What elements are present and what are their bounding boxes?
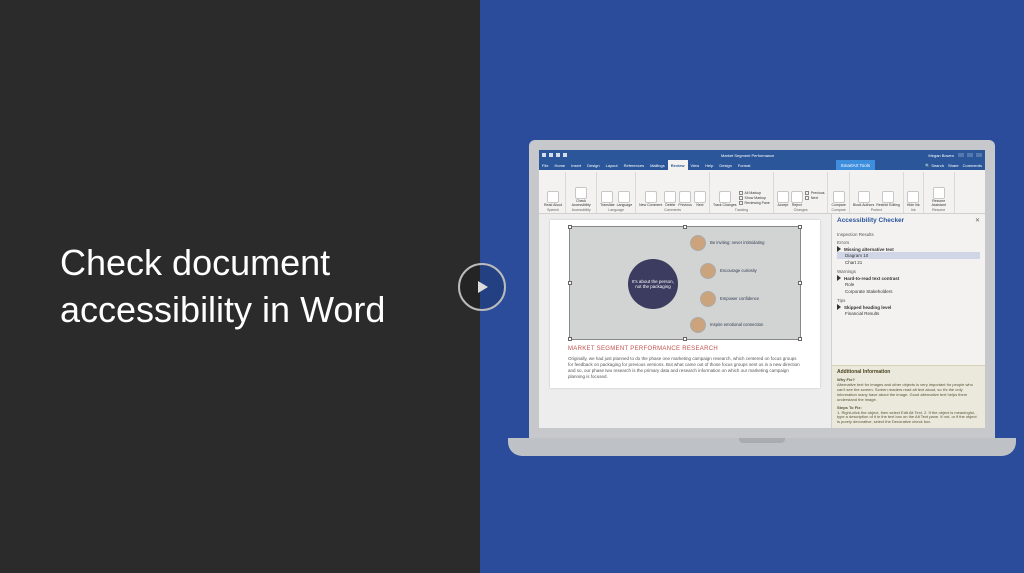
tab-design[interactable]: Design (584, 160, 602, 170)
ribbon-button[interactable]: Check Accessibility (569, 187, 593, 207)
slide-title: Check document accessibility in Word (60, 240, 420, 334)
contextual-tab-group: SmartArt Tools (836, 160, 875, 170)
result-entry[interactable]: Role (837, 281, 980, 288)
ribbon-button[interactable]: Reject (791, 191, 803, 208)
play-button[interactable] (458, 263, 506, 311)
word-window: Market Segment Performance Megan Bowen F… (539, 150, 985, 428)
tab-view[interactable]: View (688, 160, 703, 170)
play-icon (474, 279, 490, 295)
result-category: Errors (837, 240, 980, 245)
contextual-tab-format[interactable]: Format (735, 160, 754, 170)
result-entry[interactable]: Financial Results (837, 310, 980, 317)
ribbon-button[interactable]: Language (617, 191, 633, 208)
ribbon-group-compare: CompareCompare (828, 172, 849, 213)
tab-home[interactable]: Home (551, 160, 568, 170)
tab-layout[interactable]: Layout (603, 160, 621, 170)
document-title: Market Segment Performance (721, 153, 774, 158)
accessibility-checker-panel: Accessibility Checker ✕ Inspection Resul… (831, 214, 985, 428)
ribbon: Read AloudSpeechCheck AccessibilityAcces… (539, 170, 985, 214)
why-fix-text: Alternative text for images and other ob… (837, 383, 980, 402)
document-paragraph: Originally, we had just planned to do th… (568, 356, 802, 380)
title-bar: Market Segment Performance Megan Bowen (539, 150, 985, 160)
ribbon-group-tracking: Track ChangesAll MarkupShow MarkupReview… (710, 172, 774, 213)
panel-title: Accessibility Checker (837, 217, 904, 224)
ribbon-button[interactable]: Read Aloud (544, 191, 562, 208)
ribbon-group-language: TranslateLanguageLanguage (597, 172, 636, 213)
ribbon-button[interactable]: Previous (678, 191, 692, 208)
smartart-spoke[interactable]: Be inviting; never intimidating (690, 235, 764, 251)
ribbon-option[interactable]: Reviewing Pane (739, 201, 770, 205)
tab-insert[interactable]: Insert (568, 160, 584, 170)
tab-references[interactable]: References (621, 160, 647, 170)
ribbon-option[interactable]: Next (805, 196, 825, 200)
result-category: Warnings (837, 269, 980, 274)
result-category: Tips (837, 298, 980, 303)
search-box[interactable]: 🔍 Search (925, 163, 944, 168)
ribbon-group-accessibility: Check AccessibilityAccessibility (566, 172, 597, 213)
autosave-qat[interactable] (542, 153, 567, 157)
ribbon-button[interactable]: Delete (664, 191, 676, 208)
ribbon-button[interactable]: Hide Ink (907, 191, 920, 208)
ribbon-button[interactable]: Block Authors (853, 191, 874, 208)
laptop-screen-frame: Market Segment Performance Megan Bowen F… (529, 140, 995, 438)
share-button[interactable]: Share (948, 163, 959, 168)
info-title: Additional Information (837, 369, 980, 375)
result-entry[interactable]: Diagram 10 (837, 252, 980, 259)
tab-help[interactable]: Help (702, 160, 716, 170)
ribbon-group-speech: Read AloudSpeech (541, 172, 566, 213)
ribbon-button[interactable]: Next (694, 191, 706, 208)
ribbon-option[interactable]: All Markup (739, 191, 770, 195)
laptop-base (508, 438, 1016, 456)
ribbon-button[interactable]: Translate (600, 191, 614, 208)
smartart-spoke[interactable]: Inspire emotional connection (690, 317, 763, 333)
ribbon-group-comments: New CommentDeletePreviousNextComments (636, 172, 710, 213)
ribbon-group-ink: Hide InkInk (904, 172, 924, 213)
left-panel: Check document accessibility in Word (0, 0, 480, 573)
steps-label: Steps To Fix: (837, 405, 980, 410)
ribbon-button[interactable]: Resume Assistant (927, 187, 951, 207)
ribbon-group-resume: Resume AssistantResume (924, 172, 955, 213)
steps-text: 1. Right-click the object, then select E… (837, 411, 980, 425)
results-label: Inspection Results (837, 232, 980, 237)
right-panel: Market Segment Performance Megan Bowen F… (480, 0, 1024, 573)
ribbon-option[interactable]: Show Markup (739, 196, 770, 200)
document-heading: MARKET SEGMENT PERFORMANCE RESEARCH (568, 346, 802, 352)
ribbon-button[interactable]: Restrict Editing (876, 191, 900, 208)
ribbon-tabs: FileHomeInsertDesignLayoutReferencesMail… (539, 160, 985, 170)
smartart-spoke[interactable]: Empower confidence (700, 291, 759, 307)
ribbon-group-protect: Block AuthorsRestrict EditingProtect (850, 172, 904, 213)
ribbon-button[interactable]: Track Changes (713, 191, 737, 208)
smartart-hub[interactable]: It's about the person, not the packaging (628, 259, 678, 309)
laptop-frame: Market Segment Performance Megan Bowen F… (508, 140, 1016, 456)
ribbon-button[interactable]: New Comment (639, 191, 662, 208)
page: It's about the person, not the packaging… (550, 220, 820, 388)
tab-file[interactable]: File (539, 160, 551, 170)
contextual-tab-design[interactable]: Design (716, 160, 734, 170)
smartart-graphic[interactable]: It's about the person, not the packaging… (569, 226, 801, 340)
ribbon-button[interactable]: Compare (831, 191, 845, 208)
result-entry[interactable]: Corporate Stakeholders (837, 288, 980, 295)
user-name[interactable]: Megan Bowen (928, 153, 954, 158)
ribbon-button[interactable]: Accept (777, 191, 789, 208)
close-icon[interactable]: ✕ (975, 217, 980, 224)
ribbon-group-changes: AcceptRejectPreviousNextChanges (774, 172, 829, 213)
ribbon-option[interactable]: Previous (805, 191, 825, 195)
tab-review[interactable]: Review (668, 160, 688, 170)
tab-mailings[interactable]: Mailings (647, 160, 668, 170)
comments-button[interactable]: Comments (963, 163, 982, 168)
window-controls[interactable] (958, 153, 982, 157)
additional-info: Additional Information Why Fix? Alternat… (832, 365, 985, 428)
result-entry[interactable]: Chart 21 (837, 259, 980, 266)
smartart-spoke[interactable]: Encourage curiosity (700, 263, 757, 279)
document-area[interactable]: It's about the person, not the packaging… (539, 214, 831, 428)
contextual-title: SmartArt Tools (841, 163, 870, 168)
app-body: It's about the person, not the packaging… (539, 214, 985, 428)
